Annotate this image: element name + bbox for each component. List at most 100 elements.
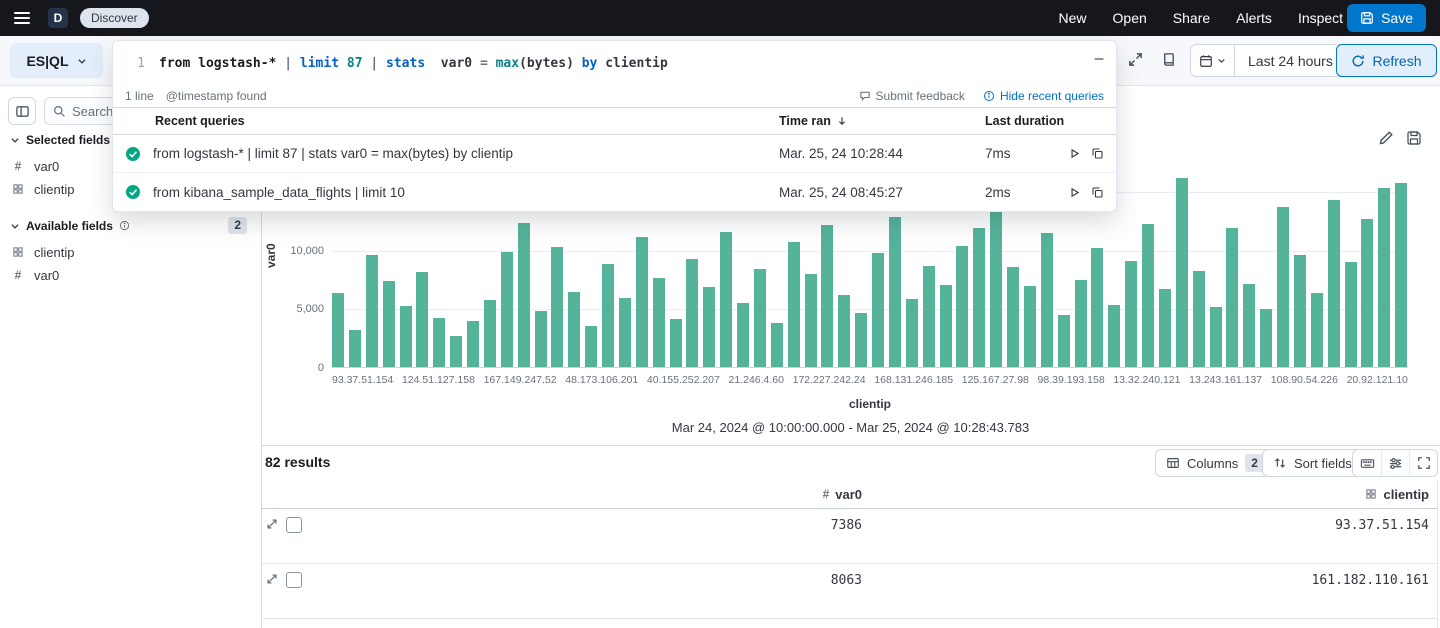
expand-row-icon[interactable]: [265, 572, 279, 586]
chart-bar[interactable]: [1395, 183, 1407, 368]
hide-recent-queries-link[interactable]: Hide recent queries: [983, 89, 1104, 103]
chart-bar[interactable]: [889, 217, 901, 368]
run-query-icon[interactable]: [1068, 147, 1081, 160]
esql-mode-button[interactable]: ES|QL: [10, 43, 103, 78]
column-header-clientip[interactable]: clientip: [870, 487, 1437, 502]
chart-bar[interactable]: [754, 269, 766, 368]
copy-query-icon[interactable]: [1091, 186, 1104, 199]
chart-bar[interactable]: [366, 255, 378, 368]
chart-bar[interactable]: [1024, 286, 1036, 368]
chart-bar[interactable]: [1159, 289, 1171, 368]
chart-bar[interactable]: [653, 278, 665, 368]
chart-bar[interactable]: [1243, 284, 1255, 369]
chart-bar[interactable]: [1260, 309, 1272, 368]
nav-open[interactable]: Open: [1113, 10, 1147, 26]
breadcrumb[interactable]: Discover: [80, 8, 149, 28]
submit-feedback-link[interactable]: Submit feedback: [859, 89, 965, 103]
chart-bar[interactable]: [686, 259, 698, 368]
chart-bar[interactable]: [518, 223, 530, 369]
field-item-clientip[interactable]: clientip: [10, 242, 74, 262]
chart-bar[interactable]: [1075, 280, 1087, 368]
field-item-var0[interactable]: #var0: [10, 156, 74, 176]
display-options-icon[interactable]: [1381, 450, 1409, 476]
save-button[interactable]: Save: [1347, 4, 1426, 32]
available-fields-header[interactable]: Available fields 2: [10, 217, 247, 234]
chart-bar[interactable]: [956, 246, 968, 368]
chart-bar[interactable]: [467, 321, 479, 368]
chart-bar[interactable]: [923, 266, 935, 368]
chart-bar[interactable]: [1361, 219, 1373, 368]
sort-fields-button[interactable]: Sort fields: [1262, 449, 1363, 477]
chart-bar[interactable]: [1007, 267, 1019, 368]
field-item-var0[interactable]: #var0: [10, 265, 74, 285]
chart-bar[interactable]: [1091, 248, 1103, 368]
chart-bar[interactable]: [535, 311, 547, 369]
recent-query-row[interactable]: from logstash-* | limit 87 | stats var0 …: [113, 135, 1116, 173]
row-checkbox[interactable]: [286, 517, 302, 533]
docs-icon[interactable]: [1154, 45, 1182, 73]
chart-bar[interactable]: [1041, 233, 1053, 368]
chart-bar[interactable]: [906, 299, 918, 368]
chart-bar[interactable]: [484, 300, 496, 368]
field-item-clientip[interactable]: clientip: [10, 179, 74, 199]
chart-bar[interactable]: [1142, 224, 1154, 368]
chart-bar[interactable]: [1210, 307, 1222, 368]
chart-bar[interactable]: [1108, 305, 1120, 368]
chart-bar[interactable]: [501, 252, 513, 368]
chart-bar[interactable]: [805, 274, 817, 368]
chart-bar[interactable]: [551, 247, 563, 368]
columns-button[interactable]: Columns 2: [1155, 449, 1275, 477]
expand-row-icon[interactable]: [265, 517, 279, 531]
chart-bar[interactable]: [1226, 228, 1238, 368]
chart-bar[interactable]: [821, 225, 833, 368]
chart-bar[interactable]: [973, 228, 985, 368]
chart-bar[interactable]: [585, 326, 597, 368]
collapse-sidebar-icon[interactable]: [8, 97, 36, 125]
refresh-button[interactable]: Refresh: [1336, 44, 1437, 77]
time-ran-column-label[interactable]: Time ran: [779, 114, 985, 128]
expand-editor-icon[interactable]: [1121, 45, 1149, 73]
minimize-editor-icon[interactable]: [1092, 52, 1106, 71]
chart-bar[interactable]: [1345, 262, 1357, 368]
fullscreen-icon[interactable]: [1409, 450, 1437, 476]
chart-bar[interactable]: [940, 285, 952, 368]
chart-bar[interactable]: [703, 287, 715, 368]
chart-bar[interactable]: [1294, 255, 1306, 368]
chart-bar[interactable]: [1125, 261, 1137, 368]
chart-bar[interactable]: [737, 303, 749, 368]
edit-visualization-icon[interactable]: [1378, 130, 1394, 146]
calendar-dropdown-button[interactable]: [1191, 45, 1235, 76]
query-code[interactable]: from logstash-* | limit 87 | stats var0 …: [159, 56, 668, 71]
chart-bar[interactable]: [1058, 315, 1070, 368]
chart-bar[interactable]: [1277, 207, 1289, 368]
chart-bar[interactable]: [1378, 188, 1390, 368]
chart-bar[interactable]: [670, 319, 682, 368]
chart-bar[interactable]: [433, 318, 445, 369]
chart-bar[interactable]: [1176, 178, 1188, 368]
chart-bar[interactable]: [1311, 293, 1323, 368]
query-editor-line[interactable]: 1 from logstash-* | limit 87 | stats var…: [113, 41, 1116, 85]
save-visualization-icon[interactable]: [1406, 130, 1422, 146]
chart-bar[interactable]: [568, 292, 580, 368]
chart-bar[interactable]: [349, 330, 361, 368]
project-logo[interactable]: D: [48, 8, 68, 28]
column-header-var0[interactable]: # var0: [316, 487, 870, 502]
keyboard-shortcuts-icon[interactable]: [1353, 450, 1381, 476]
chart-bar[interactable]: [332, 293, 344, 368]
chart-bar[interactable]: [720, 232, 732, 368]
chart-bar[interactable]: [416, 272, 428, 368]
chart-bar[interactable]: [400, 306, 412, 368]
chart-bar[interactable]: [788, 242, 800, 368]
nav-share[interactable]: Share: [1173, 10, 1210, 26]
chart-bar[interactable]: [771, 323, 783, 368]
nav-alerts[interactable]: Alerts: [1236, 10, 1272, 26]
chart-bar[interactable]: [838, 295, 850, 368]
chart-bar[interactable]: [872, 253, 884, 368]
chart-bar[interactable]: [383, 281, 395, 368]
row-checkbox[interactable]: [286, 572, 302, 588]
run-query-icon[interactable]: [1068, 186, 1081, 199]
chart-bar[interactable]: [602, 264, 614, 369]
chart-bar[interactable]: [619, 298, 631, 368]
chart-bar[interactable]: [855, 313, 867, 368]
nav-new[interactable]: New: [1059, 10, 1087, 26]
